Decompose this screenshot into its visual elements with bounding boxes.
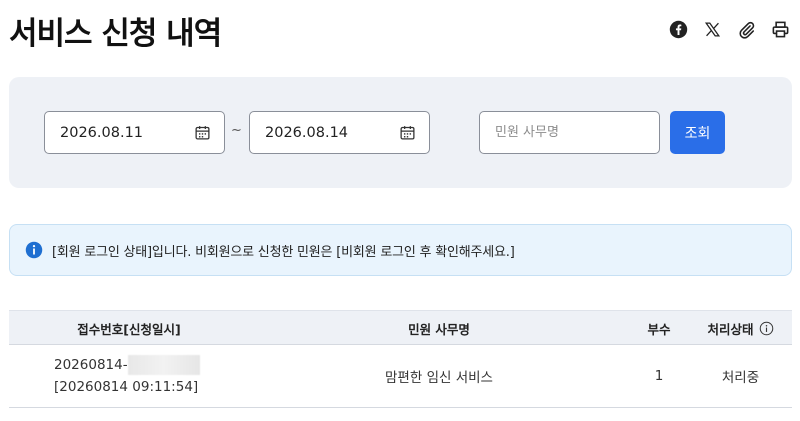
paperclip-icon[interactable] <box>736 19 756 39</box>
date-range-separator: ~ <box>231 123 242 138</box>
copies-cell: 1 <box>654 368 664 384</box>
start-date-value: 2026.08.11 <box>60 124 144 141</box>
header-service-name: 민원 사무명 <box>408 321 470 337</box>
status-cell: 처리중 <box>721 370 760 386</box>
application-history-table: 접수번호[신청일시] 민원 사무명 부수 처리상태 20260814- [202… <box>9 310 792 408</box>
calendar-icon[interactable] <box>194 124 211 141</box>
page-title: 서비스 신청 내역 <box>9 16 222 52</box>
info-circle-icon[interactable] <box>759 321 774 336</box>
end-date-value: 2026.08.14 <box>265 124 349 141</box>
table-row[interactable]: 20260814- [20260814 09:11:54] 맘편한 임신 서비스… <box>9 345 792 408</box>
receipt-number: 20260814- <box>54 357 128 373</box>
info-icon <box>25 241 43 259</box>
header-copies: 부수 <box>647 321 671 337</box>
table-header: 접수번호[신청일시] 민원 사무명 부수 처리상태 <box>9 310 792 345</box>
service-name-input[interactable] <box>479 111 660 154</box>
share-toolbar <box>668 19 790 39</box>
receipt-datetime: [20260814 09:11:54] <box>54 379 199 395</box>
search-panel: 2026.08.11 ~ 2026.08.14 조회 <box>9 77 792 188</box>
search-button[interactable]: 조회 <box>670 111 725 154</box>
x-icon[interactable] <box>702 19 722 39</box>
header-status: 처리상태 <box>689 311 792 345</box>
print-icon[interactable] <box>770 19 790 39</box>
start-date-input[interactable]: 2026.08.11 <box>44 111 225 154</box>
notice-message: [회원 로그인 상태]입니다. 비회원으로 신청한 민원은 [비회원 로그인 후… <box>52 244 515 260</box>
calendar-icon[interactable] <box>399 124 416 141</box>
header-status-label: 처리상태 <box>707 321 754 337</box>
facebook-icon[interactable] <box>668 19 688 39</box>
login-notice-banner: [회원 로그인 상태]입니다. 비회원으로 신청한 민원은 [비회원 로그인 후… <box>9 224 792 276</box>
end-date-input[interactable]: 2026.08.14 <box>249 111 430 154</box>
redacted-block <box>127 355 200 375</box>
header-receipt-number: 접수번호[신청일시] <box>77 321 181 337</box>
service-name-cell: 맘편한 임신 서비스 <box>385 370 493 386</box>
receipt-cell: 20260814- [20260814 09:11:54] <box>54 345 234 407</box>
